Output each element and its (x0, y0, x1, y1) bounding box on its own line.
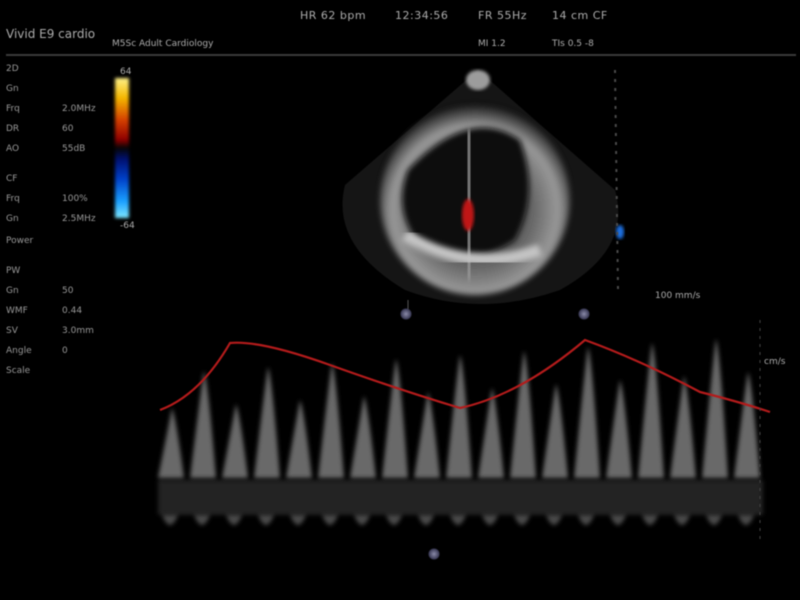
doppler-reverse-flow (610, 515, 626, 525)
doppler-reverse-flow (226, 515, 242, 525)
scale-unit-label: cm/s (764, 357, 786, 367)
doppler-peak (574, 347, 600, 478)
doppler-peak (606, 380, 632, 478)
doppler-peak (318, 363, 344, 478)
doppler-peak (542, 384, 568, 478)
timeline-marker (428, 548, 440, 560)
doppler-peak (702, 339, 728, 478)
doppler-peak (670, 376, 696, 478)
doppler-reverse-flow (258, 515, 274, 525)
doppler-peak (190, 371, 216, 478)
doppler-reverse-flow (386, 515, 402, 525)
doppler-reverse-flow (514, 515, 530, 525)
doppler-peak (382, 359, 408, 478)
doppler-reverse-flow (706, 515, 722, 525)
doppler-peak (158, 408, 184, 478)
doppler-peak (286, 400, 312, 478)
doppler-reverse-flow (194, 515, 210, 525)
sweep-speed-label: 100 mm/s (655, 291, 701, 301)
doppler-reverse-flow (546, 515, 562, 525)
doppler-peak (446, 355, 472, 478)
doppler-reverse-flow (738, 515, 754, 525)
doppler-reverse-flow (450, 515, 466, 525)
doppler-reverse-flow (354, 515, 370, 525)
doppler-peak (350, 396, 376, 478)
doppler-reverse-flow (418, 515, 434, 525)
baseline-band (158, 480, 763, 515)
doppler-peak (254, 367, 280, 478)
doppler-reverse-flow (674, 515, 690, 525)
doppler-peak (734, 372, 760, 478)
doppler-reverse-flow (482, 515, 498, 525)
doppler-reverse-flow (578, 515, 594, 525)
doppler-reverse-flow (290, 515, 306, 525)
doppler-reverse-flow (322, 515, 338, 525)
doppler-peak (414, 392, 440, 478)
doppler-peak (222, 404, 248, 478)
doppler-reverse-flow (642, 515, 658, 525)
ultrasound-screen: Vivid E9 cardio M5Sc Adult Cardiology HR… (0, 0, 800, 600)
doppler-peak (510, 351, 536, 478)
doppler-reverse-flow (162, 515, 178, 525)
